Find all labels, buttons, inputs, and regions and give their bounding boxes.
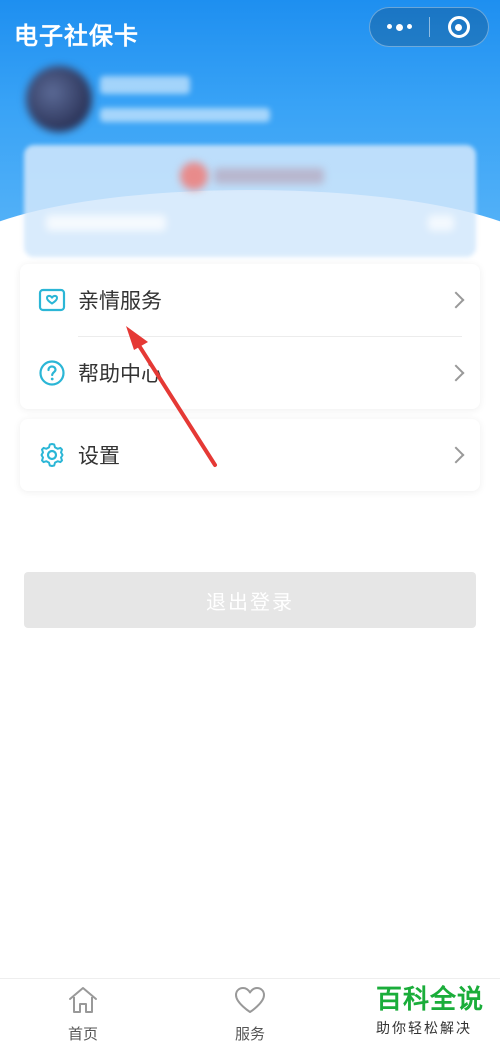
miniprogram-capsule bbox=[369, 7, 489, 47]
chevron-right-icon bbox=[447, 291, 465, 309]
home-icon bbox=[66, 985, 100, 1019]
tab-label: 首页 bbox=[67, 1025, 98, 1043]
menu-item-label: 亲情服务 bbox=[78, 289, 162, 313]
menu-item-settings[interactable]: 设置 bbox=[20, 419, 480, 491]
help-circle-icon bbox=[38, 359, 66, 387]
logout-button[interactable]: 退出登录 bbox=[24, 572, 476, 628]
target-icon bbox=[447, 16, 470, 38]
chevron-right-icon bbox=[447, 446, 465, 464]
family-card-icon bbox=[38, 286, 66, 314]
watermark: 百科全说 助你轻松解决 bbox=[376, 984, 488, 1038]
card-arrow-blurred bbox=[428, 215, 454, 231]
menu-item-help-center[interactable]: 帮助中心 bbox=[20, 337, 480, 409]
close-miniprogram-button[interactable] bbox=[430, 8, 489, 46]
menu-item-label: 设置 bbox=[78, 444, 120, 468]
tab-home[interactable]: 首页 bbox=[33, 985, 133, 1044]
card-action-blurred bbox=[46, 215, 166, 231]
avatar bbox=[26, 66, 92, 132]
page-title: 电子社保卡 bbox=[14, 22, 139, 50]
watermark-title: 百科全说 bbox=[376, 985, 485, 1015]
card-title-blurred bbox=[214, 168, 324, 184]
more-dots-icon bbox=[386, 23, 412, 31]
gear-icon bbox=[38, 441, 66, 469]
card-emblem-blurred bbox=[180, 162, 208, 190]
menu-item-family-service[interactable]: 亲情服务 bbox=[20, 264, 480, 336]
heart-icon bbox=[232, 985, 268, 1019]
tab-services[interactable]: 服务 bbox=[200, 985, 300, 1044]
menu-item-label: 帮助中心 bbox=[78, 362, 162, 386]
more-button[interactable] bbox=[370, 8, 429, 46]
user-name-blurred bbox=[100, 76, 190, 94]
chevron-right-icon bbox=[447, 364, 465, 382]
watermark-subtitle: 助你轻松解决 bbox=[376, 1021, 472, 1037]
menu-group-primary: 亲情服务 帮助中心 bbox=[20, 264, 480, 409]
menu-group-secondary: 设置 bbox=[20, 419, 480, 491]
tab-label: 服务 bbox=[234, 1025, 265, 1043]
user-info-blurred bbox=[100, 108, 270, 122]
social-security-card-blurred[interactable] bbox=[24, 145, 476, 257]
